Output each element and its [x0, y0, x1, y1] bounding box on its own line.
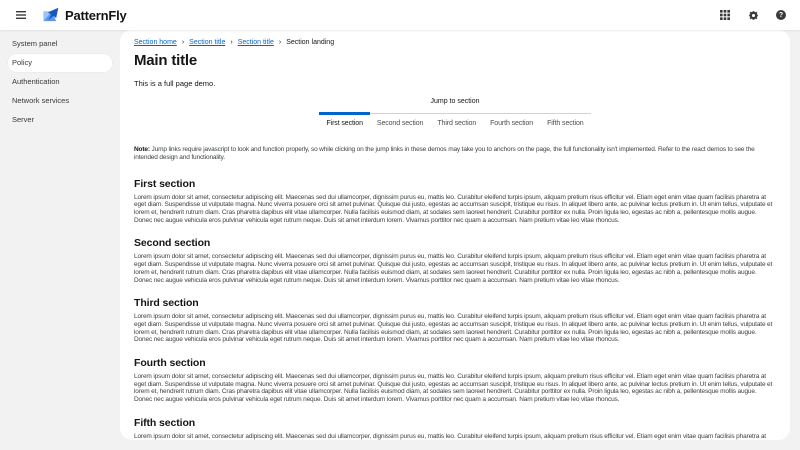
main-content: Section home › Section title › Section t… [120, 30, 800, 450]
page-subtitle: This is a full page demo. [134, 79, 776, 88]
sidebar-item-policy[interactable]: Policy [8, 54, 112, 72]
content-card: Section home › Section title › Section t… [120, 30, 790, 440]
section-body: Lorem ipsum dolor sit amet, consectetur … [134, 313, 776, 344]
sidebar-item-network-services[interactable]: Network services [8, 92, 112, 110]
jump-link-first-section[interactable]: First section [319, 114, 369, 130]
sidebar-item-system-panel[interactable]: System panel [8, 35, 112, 53]
help-question-icon[interactable]: ? [774, 8, 788, 22]
section-body: Lorem ipsum dolor sit amet, consectetur … [134, 373, 776, 404]
section-heading: Fourth section [134, 357, 776, 369]
settings-gear-icon[interactable] [746, 8, 760, 22]
note-prefix: Note: [134, 146, 150, 153]
brand-name: PatternFly [65, 8, 127, 23]
apps-grid-icon[interactable] [718, 8, 732, 22]
jump-links-tabs: First section Second section Third secti… [319, 113, 590, 130]
jump-link-second-section[interactable]: Second section [370, 114, 430, 130]
hamburger-icon[interactable] [10, 4, 32, 26]
jump-link-fourth-section[interactable]: Fourth section [483, 114, 540, 130]
jump-links-label: Jump to section [134, 97, 776, 106]
sidebar-item-authentication[interactable]: Authentication [8, 73, 112, 91]
section-body: Lorem ipsum dolor sit amet, consectetur … [134, 433, 776, 440]
section-body: Lorem ipsum dolor sit amet, consectetur … [134, 253, 776, 284]
section-first: First section Lorem ipsum dolor sit amet… [134, 178, 776, 225]
section-heading: Fifth section [134, 417, 776, 429]
patternfly-logo-icon [42, 7, 59, 24]
section-fourth: Fourth section Lorem ipsum dolor sit ame… [134, 357, 776, 404]
section-heading: Second section [134, 237, 776, 249]
section-third: Third section Lorem ipsum dolor sit amet… [134, 297, 776, 344]
jump-link-fifth-section[interactable]: Fifth section [540, 114, 590, 130]
brand[interactable]: PatternFly [42, 7, 127, 24]
section-heading: First section [134, 178, 776, 190]
masthead: PatternFly ? [0, 0, 800, 30]
section-second: Second section Lorem ipsum dolor sit ame… [134, 237, 776, 284]
chevron-right-icon: › [230, 38, 232, 47]
breadcrumb-link[interactable]: Section title [189, 38, 225, 47]
note-text: Note: Jump links require javascript to l… [134, 146, 776, 162]
page-title: Main title [134, 53, 776, 69]
breadcrumb-link[interactable]: Section title [238, 38, 274, 47]
section-body: Lorem ipsum dolor sit amet, consectetur … [134, 194, 776, 225]
section-heading: Third section [134, 297, 776, 309]
jump-link-third-section[interactable]: Third section [430, 114, 483, 130]
sidebar-item-server[interactable]: Server [8, 111, 112, 129]
section-fifth: Fifth section Lorem ipsum dolor sit amet… [134, 417, 776, 440]
sidebar-nav: System panel Policy Authentication Netwo… [0, 30, 120, 450]
breadcrumb-current: Section landing [286, 38, 334, 47]
chevron-right-icon: › [279, 38, 281, 47]
breadcrumb: Section home › Section title › Section t… [134, 38, 776, 47]
masthead-actions: ? [718, 8, 788, 22]
breadcrumb-link[interactable]: Section home [134, 38, 177, 47]
jump-links-panel: Jump to section First section Second sec… [134, 97, 776, 130]
chevron-right-icon: › [182, 38, 184, 47]
